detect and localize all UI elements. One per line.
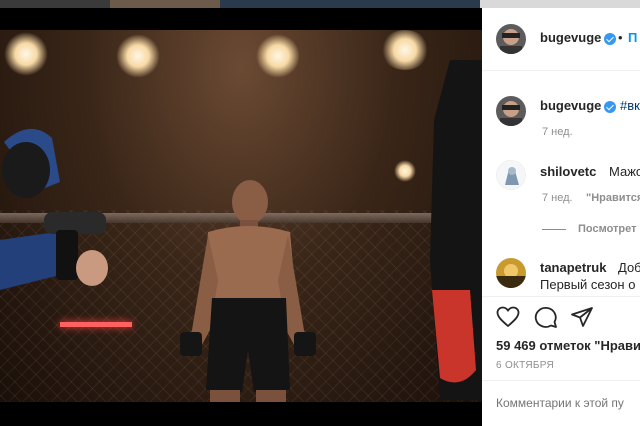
cameraman-figure (0, 128, 108, 290)
verified-icon (604, 101, 616, 113)
author-avatar[interactable] (496, 24, 526, 54)
stage-light (256, 34, 300, 78)
comment-username[interactable]: shilovetc (540, 164, 596, 179)
divider (482, 380, 640, 381)
share-icon[interactable] (570, 306, 594, 328)
caption-avatar[interactable] (496, 96, 526, 126)
follow-button[interactable]: П (628, 30, 637, 45)
post-date[interactable]: 6 ОКТЯБРЯ (496, 360, 554, 371)
top-strip (0, 0, 640, 8)
replies-line (542, 229, 566, 230)
comment-text-line2: Первый сезон о (540, 277, 636, 292)
fighter-figure (180, 180, 316, 402)
verified-icon (604, 33, 616, 45)
comment-icon[interactable] (534, 306, 558, 328)
commenter-avatar[interactable] (496, 258, 526, 288)
comment-time[interactable]: 7 нед. (542, 192, 573, 204)
separator-dot: • (618, 30, 623, 45)
post-header: bugevuge • П (482, 8, 640, 71)
author-username[interactable]: bugevuge (540, 30, 601, 45)
caption-time[interactable]: 7 нед. (542, 126, 573, 138)
divider (482, 296, 640, 297)
commenter-avatar[interactable] (496, 160, 526, 190)
heart-icon[interactable] (496, 306, 520, 328)
comment-like-label[interactable]: "Нравится (586, 192, 640, 204)
comment-text: Мажор (609, 164, 640, 179)
post-sidebar: bugevuge • П bugevuge #вк 7 нед. shilove… (482, 8, 640, 426)
comment-username[interactable]: tanapetruk (540, 260, 606, 275)
comment-input[interactable] (496, 396, 640, 410)
comment-text: Добр (618, 260, 640, 275)
stage-light (116, 34, 160, 78)
likes-count[interactable]: 59 469 отметок "Нрави (496, 338, 640, 353)
view-replies-link[interactable]: Посмотрет (578, 223, 637, 235)
stage-light (4, 32, 48, 76)
caption-username[interactable]: bugevuge (540, 98, 601, 113)
caption-hashtag[interactable]: #вк (620, 98, 640, 113)
corner-figure (430, 60, 482, 400)
post-photo[interactable] (0, 30, 482, 402)
stage-light (394, 160, 416, 182)
